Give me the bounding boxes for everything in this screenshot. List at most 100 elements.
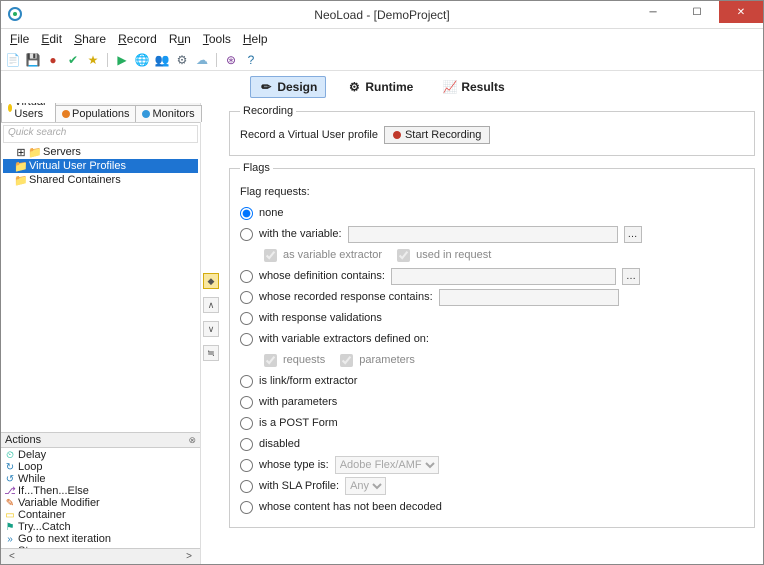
titlebar: NeoLoad - [DemoProject] ─ ☐ ✕ xyxy=(1,1,763,29)
mid-toolbar: ◆ ∧ ∨ ≒ xyxy=(201,103,221,564)
tab-results[interactable]: 📈 Results xyxy=(434,76,513,98)
input-response[interactable] xyxy=(439,289,619,306)
menu-tools[interactable]: Tools xyxy=(198,31,236,47)
label-link-form: is link/form extractor xyxy=(259,375,357,387)
action-loop[interactable]: ↻Loop xyxy=(5,461,196,473)
actions-scrollbar[interactable]: < > xyxy=(1,548,200,564)
app-icon xyxy=(7,6,23,22)
flags-title: Flag requests: xyxy=(240,186,310,198)
actions-title: Actions xyxy=(5,434,41,446)
tree-servers[interactable]: ⊞📁Servers xyxy=(3,145,198,159)
menu-share[interactable]: Share xyxy=(69,31,111,47)
chk-as-variable-extractor xyxy=(264,249,277,262)
menu-help[interactable]: Help xyxy=(238,31,273,47)
scroll-right[interactable]: > xyxy=(180,551,198,562)
radio-with-params[interactable] xyxy=(240,396,253,409)
radio-whose-type[interactable] xyxy=(240,459,253,472)
mid-clear[interactable]: ≒ xyxy=(203,345,219,361)
select-type: Adobe Flex/AMF xyxy=(335,456,439,474)
vars-icon[interactable]: ⊛ xyxy=(223,52,239,68)
collapse-icon[interactable]: ⊗ xyxy=(188,435,196,446)
close-button[interactable]: ✕ xyxy=(719,1,763,23)
radio-var-extractors-on[interactable] xyxy=(240,333,253,346)
tab-design-label: Design xyxy=(277,80,317,94)
monitor-icon xyxy=(142,110,150,118)
main-tabs: ✏ Design ⚙ Runtime 📈 Results xyxy=(1,71,763,103)
input-variable[interactable] xyxy=(348,226,618,243)
radio-response-contains[interactable] xyxy=(240,291,253,304)
radio-not-decoded[interactable] xyxy=(240,501,253,514)
menu-record[interactable]: Record xyxy=(113,31,162,47)
minimize-button[interactable]: ─ xyxy=(631,1,675,23)
expand-icon[interactable]: ⊞ xyxy=(15,147,27,157)
action-while[interactable]: ↺While xyxy=(5,473,196,485)
menubar: File Edit Share Record Run Tools Help xyxy=(1,29,763,49)
label-disabled: disabled xyxy=(259,438,300,450)
quick-search-input[interactable]: Quick search xyxy=(3,125,198,143)
population-icon xyxy=(62,110,70,118)
record-dot-icon xyxy=(393,131,401,139)
gear-icon[interactable]: ⚙ xyxy=(174,52,190,68)
label-response-validations: with response validations xyxy=(259,312,382,324)
separator xyxy=(107,53,108,67)
select-sla: Any xyxy=(345,477,386,495)
radio-post-form[interactable] xyxy=(240,417,253,430)
tab-results-label: Results xyxy=(461,80,504,94)
separator xyxy=(216,53,217,67)
window-title: NeoLoad - [DemoProject] xyxy=(314,8,449,22)
label-not-decoded: whose content has not been decoded xyxy=(259,501,442,513)
action-variable-modifier[interactable]: ✎Variable Modifier xyxy=(5,497,196,509)
maximize-button[interactable]: ☐ xyxy=(675,1,719,23)
menu-run[interactable]: Run xyxy=(164,31,196,47)
subtab-virtual-users[interactable]: Virtual Users xyxy=(1,103,56,122)
radio-definition-contains[interactable] xyxy=(240,270,253,283)
radio-response-validations[interactable] xyxy=(240,312,253,325)
radio-sla[interactable] xyxy=(240,480,253,493)
check-icon[interactable]: ✔ xyxy=(65,52,81,68)
radio-disabled[interactable] xyxy=(240,438,253,451)
label-with-variable: with the variable: xyxy=(259,228,342,240)
record-icon[interactable]: ● xyxy=(45,52,61,68)
menu-file[interactable]: File xyxy=(5,31,34,47)
label-none: none xyxy=(259,207,283,219)
subtab-populations[interactable]: Populations xyxy=(55,105,137,122)
mid-up[interactable]: ∧ xyxy=(203,297,219,313)
recording-label: Record a Virtual User profile xyxy=(240,129,378,141)
browse-definition-button[interactable]: … xyxy=(622,268,640,285)
tab-design[interactable]: ✏ Design xyxy=(250,76,326,98)
radio-none[interactable] xyxy=(240,207,253,220)
users-icon[interactable]: 👥 xyxy=(154,52,170,68)
folder-icon: 📁 xyxy=(15,161,27,171)
help-icon[interactable]: ? xyxy=(243,52,259,68)
tree-shared-containers[interactable]: 📁Shared Containers xyxy=(3,173,198,187)
action-container[interactable]: ▭Container xyxy=(5,509,196,521)
subtab-monitors[interactable]: Monitors xyxy=(135,105,201,122)
action-try-catch[interactable]: ⚑Try...Catch xyxy=(5,521,196,533)
if-icon: ⎇ xyxy=(5,486,15,496)
folder-icon: 📁 xyxy=(29,147,41,157)
user-icon xyxy=(8,104,12,112)
radio-with-variable[interactable] xyxy=(240,228,253,241)
scroll-left[interactable]: < xyxy=(3,551,21,562)
action-goto-next[interactable]: »Go to next iteration xyxy=(5,533,196,545)
play-icon[interactable]: ▶ xyxy=(114,52,130,68)
start-recording-button[interactable]: Start Recording xyxy=(384,126,490,144)
action-delay[interactable]: ⏲Delay xyxy=(5,449,196,461)
mid-down[interactable]: ∨ xyxy=(203,321,219,337)
tree[interactable]: ⊞📁Servers 📁Virtual User Profiles 📁Shared… xyxy=(1,143,200,432)
globe-icon[interactable]: 🌐 xyxy=(134,52,150,68)
save-icon[interactable]: 💾 xyxy=(25,52,41,68)
radio-link-form[interactable] xyxy=(240,375,253,388)
new-icon[interactable]: 📄 xyxy=(5,52,21,68)
input-definition[interactable] xyxy=(391,268,616,285)
label-response-contains: whose recorded response contains: xyxy=(259,291,433,303)
tab-runtime[interactable]: ⚙ Runtime xyxy=(338,76,422,98)
action-if[interactable]: ⎇If...Then...Else xyxy=(5,485,196,497)
cloud-icon[interactable]: ☁ xyxy=(194,52,210,68)
mid-button[interactable]: ◆ xyxy=(203,273,219,289)
star-icon[interactable]: ★ xyxy=(85,52,101,68)
label-requests: requests xyxy=(283,354,325,366)
menu-edit[interactable]: Edit xyxy=(36,31,67,47)
tree-virtual-user-profiles[interactable]: 📁Virtual User Profiles xyxy=(3,159,198,173)
browse-variable-button[interactable]: … xyxy=(624,226,642,243)
